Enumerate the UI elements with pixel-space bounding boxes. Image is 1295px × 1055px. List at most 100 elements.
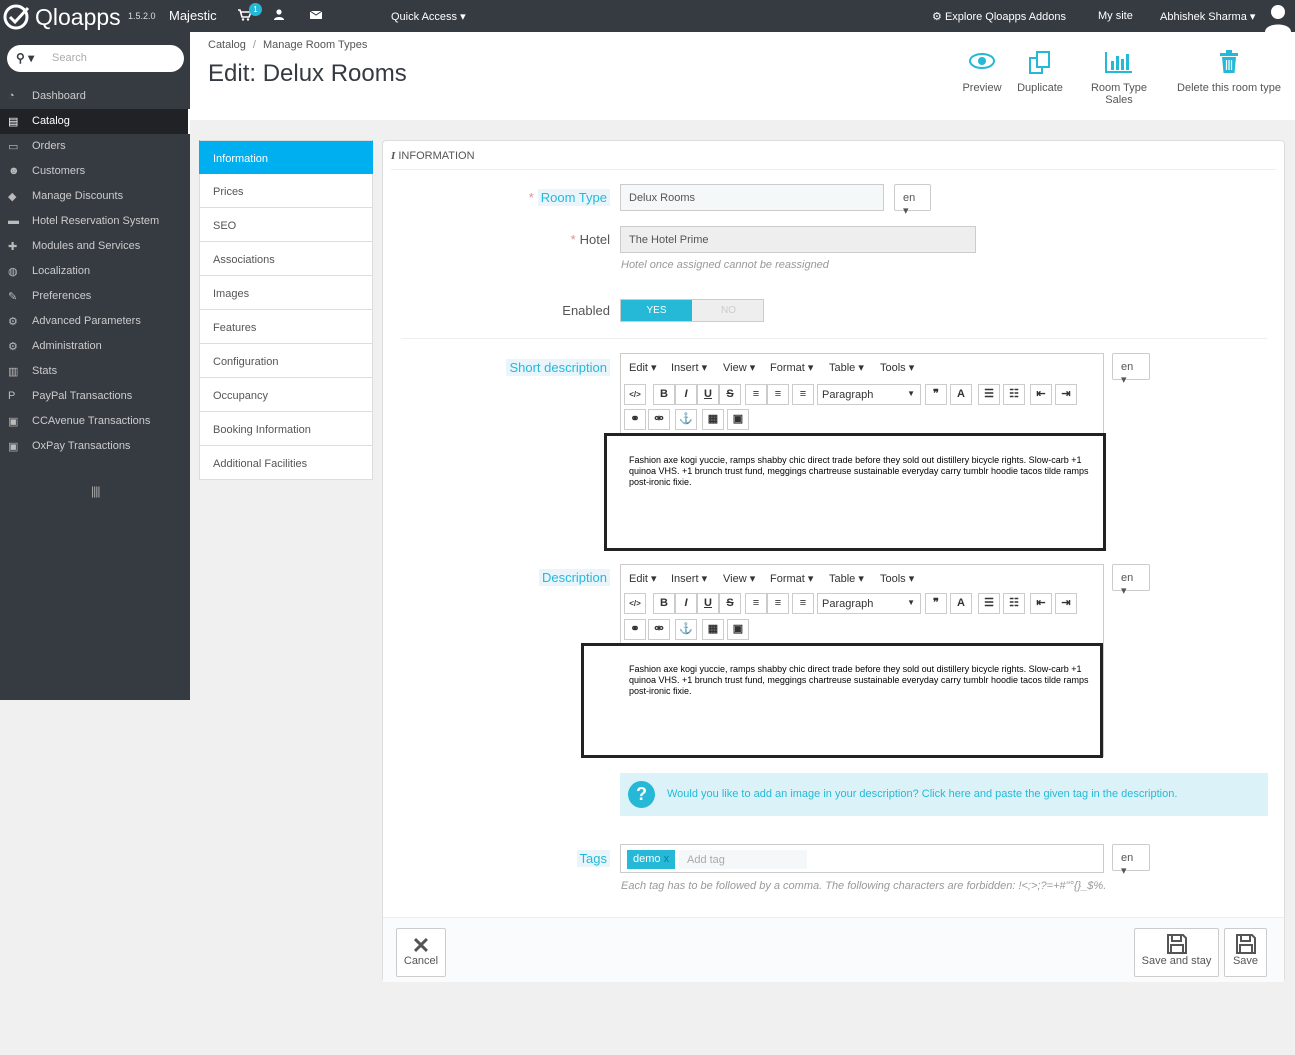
link-icon[interactable]: ⚭	[624, 409, 646, 430]
shop-name[interactable]: Majestic	[169, 8, 217, 23]
image-icon[interactable]: ▣	[727, 619, 749, 640]
room-type-sales-button[interactable]: Room Type Sales	[1076, 50, 1162, 106]
paragraph-format-select[interactable]: Paragraph ▼	[817, 384, 921, 405]
underline-icon[interactable]: U	[697, 593, 719, 614]
delete-room-type-button[interactable]: Delete this room type	[1174, 50, 1284, 94]
editor-menu-edit[interactable]: Edit ▾	[629, 361, 657, 374]
strikethrough-icon[interactable]: S	[719, 593, 741, 614]
italic-icon[interactable]: I	[675, 593, 697, 614]
tab-seo[interactable]: SEO	[199, 208, 373, 242]
editor-menu-format[interactable]: Format ▾	[770, 361, 813, 374]
link-icon[interactable]: ⚭	[624, 619, 646, 640]
bold-icon[interactable]: B	[653, 384, 675, 405]
remove-tag-icon[interactable]: x	[664, 853, 670, 865]
room-type-input[interactable]: Delux Rooms	[620, 184, 884, 211]
editor-menu-insert[interactable]: Insert ▾	[671, 572, 707, 585]
duplicate-button[interactable]: Duplicate	[1015, 50, 1065, 94]
tab-images[interactable]: Images	[199, 276, 373, 310]
breadcrumb-manage-room-types[interactable]: Manage Room Types	[263, 39, 367, 51]
editor-menu-tools[interactable]: Tools ▾	[880, 572, 914, 585]
tab-features[interactable]: Features	[199, 310, 373, 344]
room-type-lang-dropdown[interactable]: en ▾	[894, 184, 931, 217]
qloapps-logo[interactable]: Qloapps	[2, 3, 121, 31]
tags-field[interactable]: demo x Add tag	[620, 844, 1104, 873]
outdent-icon[interactable]: ⇤	[1030, 384, 1052, 405]
unlink-icon[interactable]: ⚮	[648, 409, 670, 430]
align-left-icon[interactable]: ≡	[745, 384, 767, 405]
underline-icon[interactable]: U	[697, 384, 719, 405]
description-lang-dropdown[interactable]: en ▾	[1112, 564, 1150, 597]
sidebar-item-localization[interactable]: ◍ Localization	[0, 259, 190, 284]
anchor-icon[interactable]: ⚓	[675, 619, 697, 640]
tab-configuration[interactable]: Configuration	[199, 344, 373, 378]
short-description-content[interactable]: Fashion axe kogi yuccie, ramps shabby ch…	[604, 433, 1106, 551]
media-icon[interactable]: ▦	[702, 619, 724, 640]
bullet-list-icon[interactable]: ☰	[978, 593, 1000, 614]
text-color-icon[interactable]: A	[950, 384, 972, 405]
editor-menu-format[interactable]: Format ▾	[770, 572, 813, 585]
align-right-icon[interactable]: ≡	[792, 593, 814, 614]
indent-icon[interactable]: ⇥	[1055, 593, 1077, 614]
unlink-icon[interactable]: ⚮	[648, 619, 670, 640]
preview-button[interactable]: Preview	[962, 50, 1002, 94]
sidebar-item-catalog[interactable]: ▤ Catalog	[0, 109, 190, 134]
outdent-icon[interactable]: ⇤	[1030, 593, 1052, 614]
enabled-yes[interactable]: YES	[621, 300, 692, 321]
numbered-list-icon[interactable]: ☷	[1003, 384, 1025, 405]
editor-menu-edit[interactable]: Edit ▾	[629, 572, 657, 585]
cancel-button[interactable]: ✕ Cancel	[396, 928, 446, 977]
tab-associations[interactable]: Associations	[199, 242, 373, 276]
user-menu[interactable]: Abhishek Sharma ▾	[1160, 10, 1255, 23]
tags-lang-dropdown[interactable]: en ▾	[1112, 844, 1150, 877]
sidebar-item-administration[interactable]: ⚙ Administration	[0, 334, 190, 359]
text-color-icon[interactable]: A	[950, 593, 972, 614]
click-here-link[interactable]: Click here	[922, 788, 971, 800]
bold-icon[interactable]: B	[653, 593, 675, 614]
avatar[interactable]	[1262, 2, 1294, 32]
enabled-no[interactable]: NO	[693, 300, 764, 321]
explore-addons-link[interactable]: ⚙ Explore Qloapps Addons	[932, 10, 1066, 23]
editor-menu-view[interactable]: View ▾	[723, 361, 755, 374]
blockquote-icon[interactable]: ❞	[925, 384, 947, 405]
sidebar-item-preferences[interactable]: ✎ Preferences	[0, 284, 190, 309]
blockquote-icon[interactable]: ❞	[925, 593, 947, 614]
media-icon[interactable]: ▦	[702, 409, 724, 430]
short-description-lang-dropdown[interactable]: en ▾	[1112, 353, 1150, 386]
search-input[interactable]: Search	[52, 52, 87, 64]
add-tag-input[interactable]: Add tag	[679, 850, 807, 869]
source-code-icon[interactable]: </>	[624, 593, 646, 614]
editor-menu-view[interactable]: View ▾	[723, 572, 755, 585]
quick-access-menu[interactable]: Quick Access ▾	[391, 10, 466, 23]
tab-additional-facilities[interactable]: Additional Facilities	[199, 446, 373, 480]
search-icon[interactable]: ⚲ ▾	[16, 51, 34, 65]
editor-menu-insert[interactable]: Insert ▾	[671, 361, 707, 374]
numbered-list-icon[interactable]: ☷	[1003, 593, 1025, 614]
sidebar-item-ccavenue-transactions[interactable]: ▣ CCAvenue Transactions	[0, 409, 190, 434]
save-and-stay-button[interactable]: Save and stay	[1134, 928, 1219, 977]
align-center-icon[interactable]: ≡	[767, 593, 789, 614]
user-icon[interactable]	[274, 9, 284, 23]
sidebar-item-dashboard[interactable]: ◔ Dashboard	[0, 84, 190, 109]
strikethrough-icon[interactable]: S	[719, 384, 741, 405]
breadcrumb-catalog[interactable]: Catalog	[208, 39, 246, 51]
enabled-switch[interactable]: YES NO	[620, 299, 764, 322]
indent-icon[interactable]: ⇥	[1055, 384, 1077, 405]
italic-icon[interactable]: I	[675, 384, 697, 405]
tab-occupancy[interactable]: Occupancy	[199, 378, 373, 412]
editor-menu-tools[interactable]: Tools ▾	[880, 361, 914, 374]
tab-prices[interactable]: Prices	[199, 174, 373, 208]
sidebar-item-manage-discounts[interactable]: ◆ Manage Discounts	[0, 184, 190, 209]
sidebar-item-paypal-transactions[interactable]: P PayPal Transactions	[0, 384, 190, 409]
collapse-sidebar-icon[interactable]: ||||	[91, 484, 101, 498]
editor-menu-table[interactable]: Table ▾	[829, 361, 864, 374]
envelope-icon[interactable]	[309, 9, 323, 23]
my-site-link[interactable]: My site	[1098, 10, 1133, 22]
sidebar-item-oxpay-transactions[interactable]: ▣ OxPay Transactions	[0, 434, 190, 459]
tag-chip[interactable]: demo x	[627, 850, 676, 869]
editor-menu-table[interactable]: Table ▾	[829, 572, 864, 585]
align-left-icon[interactable]: ≡	[745, 593, 767, 614]
tab-information[interactable]: Information	[199, 140, 373, 174]
sidebar-search[interactable]: ⚲ ▾ Search	[7, 45, 184, 72]
bullet-list-icon[interactable]: ☰	[978, 384, 1000, 405]
anchor-icon[interactable]: ⚓	[675, 409, 697, 430]
